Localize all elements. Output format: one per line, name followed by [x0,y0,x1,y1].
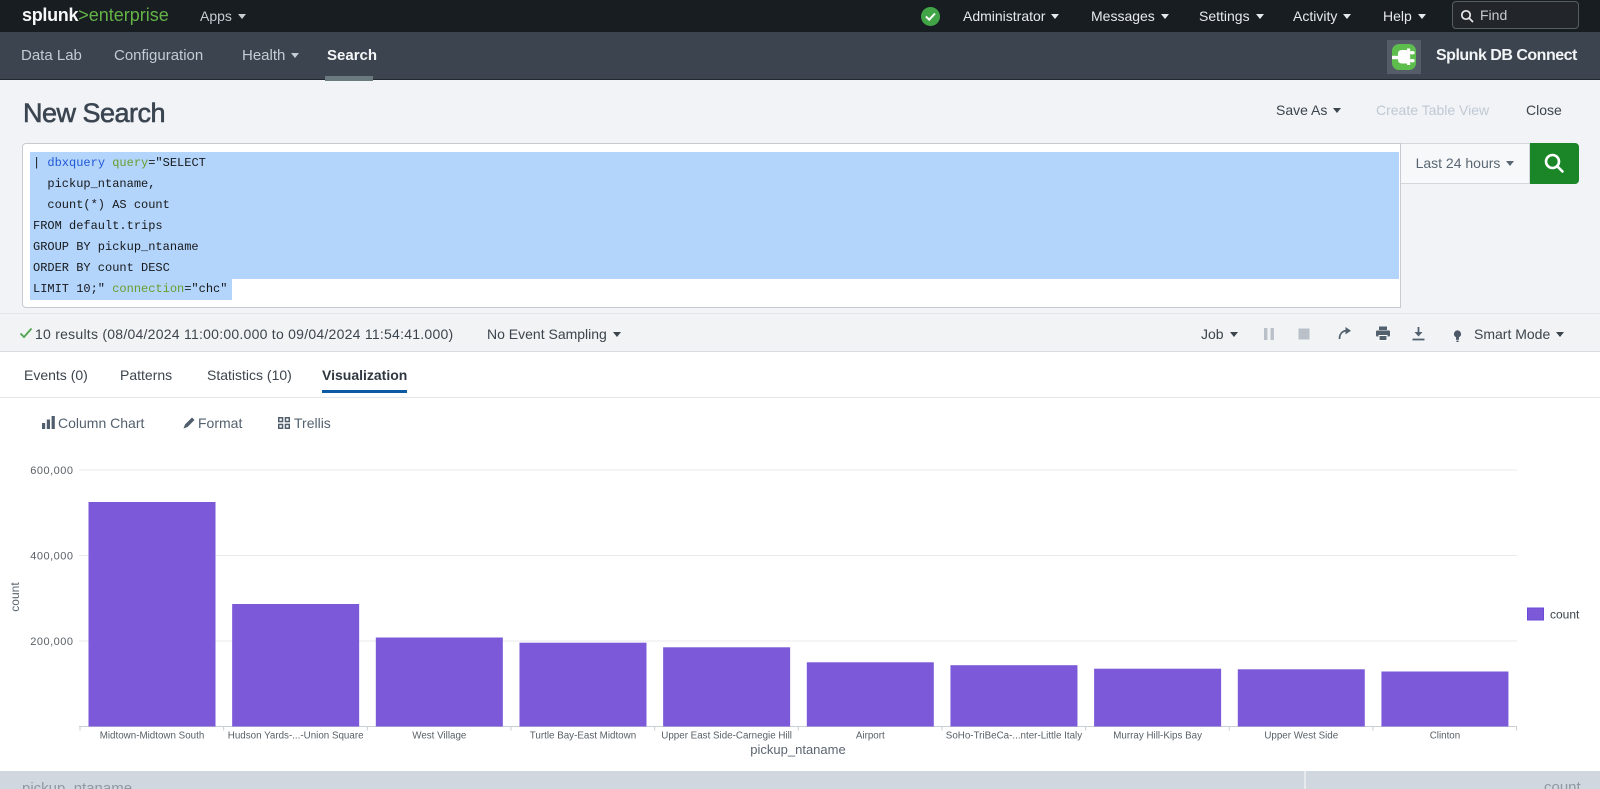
svg-text:600,000: 600,000 [30,465,73,477]
svg-text:West Village: West Village [412,731,467,742]
svg-text:Turtle Bay-East Midtown: Turtle Bay-East Midtown [530,731,636,742]
svg-text:200,000: 200,000 [30,636,73,648]
svg-text:Clinton: Clinton [1430,731,1461,742]
svg-text:SoHo-TriBeCa-...nter-Little It: SoHo-TriBeCa-...nter-Little Italy [946,731,1082,742]
svg-text:400,000: 400,000 [30,551,73,563]
svg-text:count: count [1550,608,1580,622]
svg-text:Hudson Yards-...-Union Square: Hudson Yards-...-Union Square [228,731,364,742]
svg-text:Upper East Side-Carnegie Hill: Upper East Side-Carnegie Hill [661,731,792,742]
svg-text:Airport: Airport [856,731,885,742]
svg-text:pickup_ntaname: pickup_ntaname [750,742,845,757]
svg-text:Upper West Side: Upper West Side [1264,731,1338,742]
svg-text:Midtown-Midtown South: Midtown-Midtown South [100,731,205,742]
svg-text:Murray Hill-Kips Bay: Murray Hill-Kips Bay [1113,731,1202,742]
svg-text:count: count [8,582,22,612]
